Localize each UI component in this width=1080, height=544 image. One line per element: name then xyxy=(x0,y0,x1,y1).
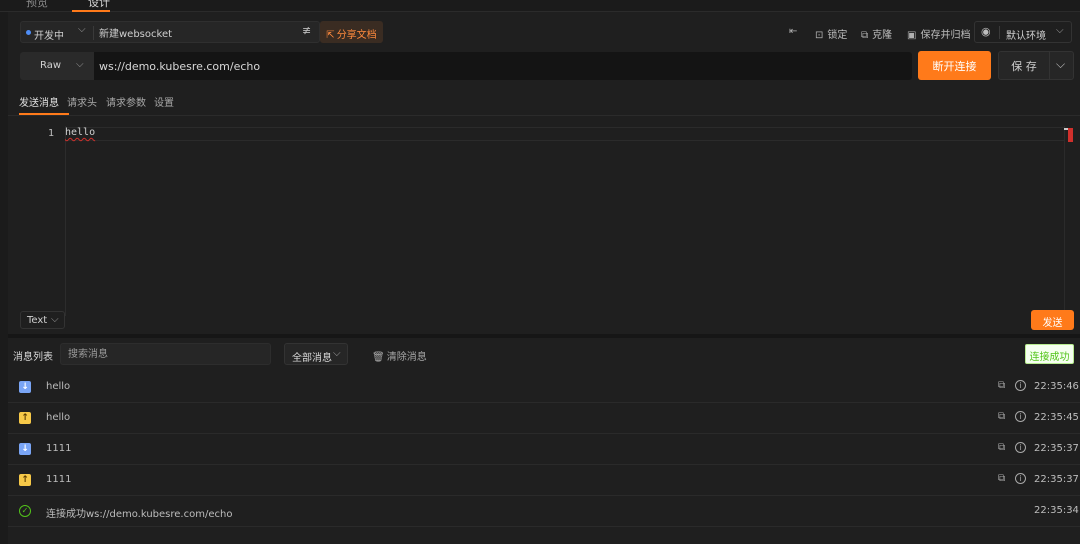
list-item[interactable]: ↑ 1111 ⧉ i 22:35:37 xyxy=(8,465,1080,496)
url-input[interactable] xyxy=(99,58,879,74)
message-content: 1111 xyxy=(46,474,72,485)
message-list-header: 消息列表 全部消息 ⌵ 🗑清除消息 连接成功 xyxy=(8,338,1080,370)
save-archive-icon: ▣ xyxy=(907,30,917,41)
clone-button[interactable]: ⧉ 克隆 xyxy=(861,26,892,41)
save-archive-button[interactable]: ▣ 保存并归档 xyxy=(907,26,970,41)
editor-scrollbar[interactable] xyxy=(1064,126,1074,316)
toolbar: 开发中 ⌵ ≢ ⇱分享文档 ⇤ ⊡锁定 ⧉克隆 ▣保存并归档 ◉ 默认环境 ⌵ xyxy=(8,12,1080,52)
copy-icon[interactable]: ⧉ xyxy=(998,411,1005,422)
share-doc-button[interactable]: ⇱ 分享文档 xyxy=(320,21,383,43)
chevron-down-icon: ⌵ xyxy=(51,314,59,325)
message-time: 22:35:45 xyxy=(1034,412,1079,423)
chevron-down-icon[interactable]: ⌵ xyxy=(1056,57,1065,72)
info-icon[interactable]: i xyxy=(1015,442,1026,453)
message-content: 连接成功ws://demo.kubesre.com/echo xyxy=(46,509,233,520)
status-dot-icon xyxy=(26,30,31,35)
chevron-down-icon: ⌵ xyxy=(333,348,341,359)
api-name-input[interactable] xyxy=(99,24,289,40)
lock-icon: ⊡ xyxy=(815,30,824,41)
lock-button[interactable]: ⊡ 锁定 xyxy=(815,26,847,41)
line-gutter: 1 xyxy=(8,124,66,314)
menu-collapse-button[interactable]: ⇤ xyxy=(789,26,801,37)
dev-status-select[interactable]: 开发中 xyxy=(34,27,64,42)
tab-settings[interactable]: 设置 xyxy=(154,94,174,109)
arrow-up-icon: ↑ xyxy=(19,412,31,424)
arrow-down-icon: ↓ xyxy=(19,381,31,393)
message-time: 22:35:46 xyxy=(1034,381,1079,392)
divider xyxy=(93,26,94,40)
top-tab-bar: 预览 设计 xyxy=(0,0,1080,12)
active-tab-indicator xyxy=(19,113,69,115)
gutter-divider xyxy=(65,126,66,316)
save-button-group: 保 存 ⌵ xyxy=(998,51,1074,80)
list-item[interactable]: ↓ 1111 ⧉ i 22:35:37 xyxy=(8,434,1080,465)
share-doc-label: 分享文档 xyxy=(336,30,377,41)
clear-messages-label: 清除消息 xyxy=(386,352,427,363)
message-filter-select[interactable]: 全部消息 ⌵ xyxy=(284,343,348,365)
message-time: 22:35:37 xyxy=(1034,474,1079,485)
list-item[interactable]: ✓ 连接成功ws://demo.kubesre.com/echo 22:35:3… xyxy=(8,496,1080,527)
editor-content[interactable]: hello xyxy=(65,127,95,138)
info-icon[interactable]: i xyxy=(1015,411,1026,422)
name-field-group: 开发中 ⌵ ≢ xyxy=(20,21,320,43)
message-list-title: 消息列表 xyxy=(13,352,53,363)
arrow-up-icon: ↑ xyxy=(19,474,31,486)
current-line-highlight xyxy=(66,127,1064,141)
search-input[interactable] xyxy=(60,343,271,365)
eye-icon[interactable]: ◉ xyxy=(981,25,991,38)
list-item[interactable]: ↓ hello ⧉ i 22:35:46 xyxy=(8,372,1080,403)
lock-label: 锁定 xyxy=(827,30,848,41)
status-badge: 连接成功 xyxy=(1025,344,1074,364)
save-archive-label: 保存并归档 xyxy=(920,30,971,41)
edit-icon[interactable]: ≢ xyxy=(302,24,311,37)
chevron-down-icon: ⌵ xyxy=(1056,25,1064,36)
clear-messages-button[interactable]: 🗑 清除消息 xyxy=(372,348,427,363)
tab-params[interactable]: 请求参数 xyxy=(106,94,146,109)
format-label: Text xyxy=(27,315,48,326)
tab-headers[interactable]: 请求头 xyxy=(67,94,97,109)
clone-label: 克隆 xyxy=(872,30,893,41)
message-time: 22:35:37 xyxy=(1034,443,1079,454)
send-button[interactable]: 发送 xyxy=(1031,310,1074,330)
menu-collapse-icon: ⇤ xyxy=(789,26,798,37)
method-label: Raw xyxy=(40,60,62,71)
copy-icon[interactable]: ⧉ xyxy=(998,442,1005,453)
method-select[interactable]: Raw ⌵ xyxy=(20,52,94,80)
message-content: hello xyxy=(46,412,71,423)
tab-send-message[interactable]: 发送消息 xyxy=(19,94,59,109)
info-icon[interactable]: i xyxy=(1015,473,1026,484)
filter-label: 全部消息 xyxy=(292,353,332,364)
url-bar: Raw ⌵ xyxy=(20,52,912,80)
list-item[interactable]: ↑ hello ⧉ i 22:35:45 xyxy=(8,403,1080,434)
trash-icon: 🗑 xyxy=(372,352,385,363)
save-button[interactable]: 保 存 xyxy=(999,52,1049,79)
chevron-down-icon: ⌵ xyxy=(76,59,84,70)
error-marker xyxy=(1068,128,1073,142)
left-edge xyxy=(0,12,8,544)
line-number: 1 xyxy=(47,128,54,139)
copy-icon: ⧉ xyxy=(861,30,869,41)
chevron-down-icon[interactable]: ⌵ xyxy=(78,24,86,35)
copy-icon[interactable]: ⧉ xyxy=(998,380,1005,391)
message-content: 1111 xyxy=(46,443,72,454)
check-circle-icon: ✓ xyxy=(19,505,31,517)
message-content: hello xyxy=(46,381,71,392)
arrow-down-icon: ↓ xyxy=(19,443,31,455)
message-time: 22:35:34 xyxy=(1034,505,1079,516)
info-icon[interactable]: i xyxy=(1015,380,1026,391)
share-icon: ⇱ xyxy=(326,30,335,41)
disconnect-button[interactable]: 断开连接 xyxy=(918,51,991,80)
environment-select[interactable]: ◉ 默认环境 ⌵ xyxy=(974,21,1072,43)
divider xyxy=(1049,52,1050,79)
copy-icon[interactable]: ⧉ xyxy=(998,473,1005,484)
format-select[interactable]: Text ⌵ xyxy=(20,311,65,329)
cursor-marker xyxy=(1064,128,1068,130)
message-editor[interactable]: 1 hello Text ⌵ 发送 xyxy=(8,116,1080,334)
request-subtabs: 发送消息 请求头 请求参数 设置 xyxy=(8,88,1080,116)
tab-preview[interactable]: 预览 xyxy=(26,0,48,10)
divider xyxy=(999,26,1000,39)
environment-label: 默认环境 xyxy=(1006,31,1046,42)
tab-design[interactable]: 设计 xyxy=(88,0,110,10)
